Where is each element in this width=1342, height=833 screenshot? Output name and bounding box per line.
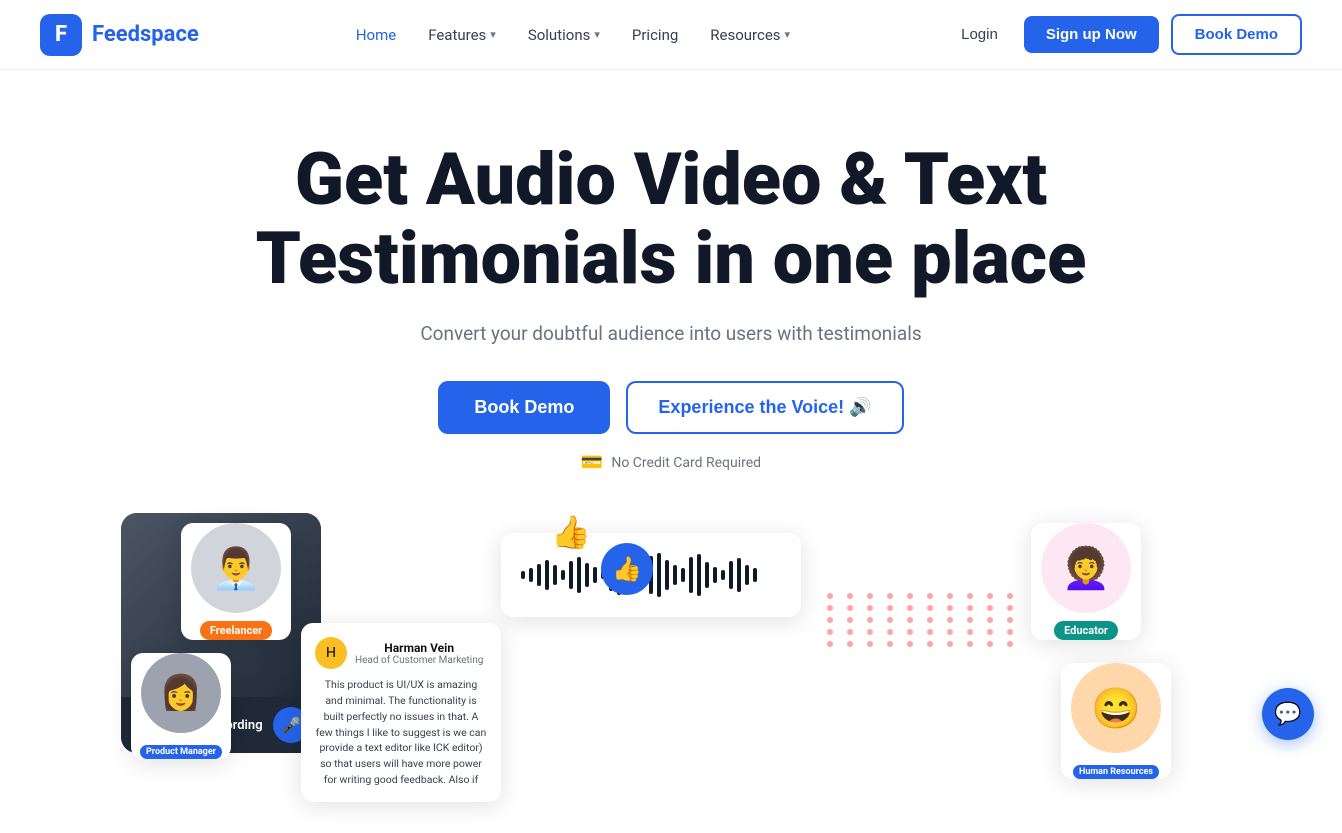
- educator-badge: Educator: [1054, 621, 1118, 640]
- testimonial-avatar-icon: H: [315, 637, 347, 669]
- text-testimonial-card: H Harman Vein Head of Customer Marketing…: [301, 623, 501, 801]
- educator-avatar: 👩‍🦱: [1041, 523, 1131, 613]
- like-icon-large: 👍: [601, 543, 653, 595]
- nav-solutions[interactable]: Solutions ▾: [528, 26, 600, 44]
- hero-subtext: Convert your doubtful audience into user…: [20, 322, 1322, 345]
- pm-badge: Product Manager: [140, 745, 222, 759]
- book-demo-nav-button[interactable]: Book Demo: [1171, 14, 1302, 55]
- nav-actions: Login Sign up Now Book Demo: [947, 14, 1302, 55]
- experience-voice-button[interactable]: Experience the Voice! 🔊: [626, 381, 903, 434]
- chevron-down-icon: ▾: [594, 28, 600, 41]
- testimonial-text: This product is UI/UX is amazing and min…: [315, 677, 487, 787]
- educator-card: 👩‍🦱 Educator: [1031, 523, 1141, 640]
- chevron-down-icon: ▾: [785, 28, 791, 41]
- like-icon-small: 👍: [551, 513, 591, 551]
- pm-avatar: 👩: [141, 653, 221, 733]
- hero-heading: Get Audio Video & Text Testimonials in o…: [231, 140, 1111, 298]
- freelancer-card: 👨‍💼 Freelancer: [181, 523, 291, 640]
- chat-button[interactable]: 💬: [1262, 688, 1314, 740]
- testimonial-role: Head of Customer Marketing: [355, 655, 483, 666]
- navbar: F Feedspace Home Features ▾ Solutions ▾ …: [0, 0, 1342, 70]
- hero-buttons: Book Demo Experience the Voice! 🔊: [20, 381, 1322, 434]
- nav-pricing[interactable]: Pricing: [632, 26, 678, 44]
- credit-card-icon: 💳: [581, 452, 603, 473]
- chevron-down-icon: ▾: [490, 28, 496, 41]
- freelancer-avatar: 👨‍💼: [191, 523, 281, 613]
- nav-resources[interactable]: Resources ▾: [710, 26, 790, 44]
- book-demo-hero-button[interactable]: Book Demo: [438, 381, 610, 434]
- hr-avatar: 😄: [1071, 663, 1161, 753]
- no-credit-card-notice: 💳 No Credit Card Required: [20, 452, 1322, 473]
- dot-grid-decoration: [827, 593, 1021, 647]
- freelancer-badge: Freelancer: [200, 621, 272, 640]
- nav-home[interactable]: Home: [356, 26, 396, 44]
- product-manager-card: 👩 Product Manager: [131, 653, 231, 759]
- signup-button[interactable]: Sign up Now: [1024, 16, 1159, 53]
- hr-card: 😄 Human Resources: [1061, 663, 1171, 779]
- hr-badge: Human Resources: [1073, 765, 1159, 779]
- nav-features[interactable]: Features ▾: [428, 26, 496, 44]
- chat-icon: 💬: [1274, 702, 1301, 727]
- nav-links: Home Features ▾ Solutions ▾ Pricing Reso…: [356, 26, 790, 44]
- hero-visual: 👨‍💼 Freelancer 👩 Product Manager 👱‍♀️ ⏺ …: [121, 513, 1221, 833]
- logo[interactable]: F Feedspace: [40, 14, 199, 56]
- testimonial-name: Harman Vein: [355, 641, 483, 655]
- logo-icon: F: [40, 14, 82, 56]
- login-button[interactable]: Login: [947, 18, 1012, 51]
- hero-section: Get Audio Video & Text Testimonials in o…: [0, 70, 1342, 833]
- logo-text: Feedspace: [92, 22, 199, 47]
